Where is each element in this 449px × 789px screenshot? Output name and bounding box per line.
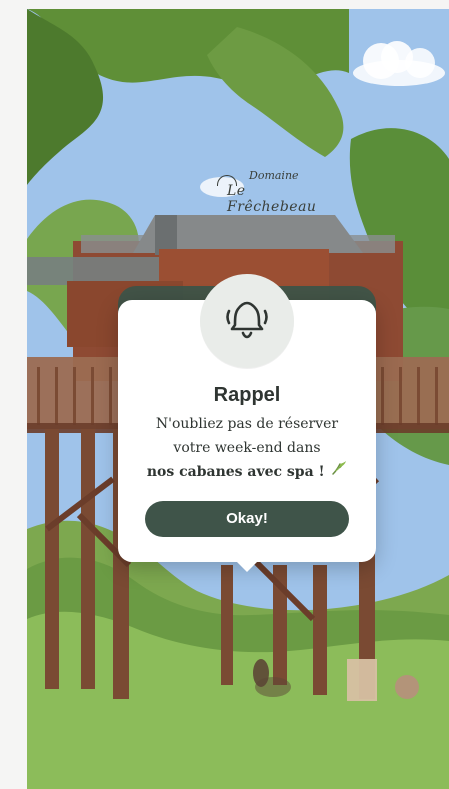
- popup-message-line-3-text: nos cabanes avec spa !: [146, 464, 325, 480]
- logo-line-1: Domaine: [249, 169, 299, 182]
- reminder-popup: Rappel N'oubliez pas de réserver votre w…: [118, 274, 376, 572]
- popup-message-line-2: votre week-end dans: [173, 440, 321, 456]
- logo-line-2: Le Frêchebeau: [227, 183, 317, 215]
- page: Domaine Le Frêchebeau Rappel N'oubliez p…: [0, 0, 449, 789]
- leaf-icon: [331, 460, 347, 484]
- domaine-logo: Domaine Le Frêchebeau: [197, 169, 316, 215]
- popup-message: N'oubliez pas de réserver votre week-end…: [118, 412, 376, 484]
- bell-icon: [226, 301, 268, 339]
- popup-title: Rappel: [213, 384, 281, 406]
- bell-badge: [200, 274, 294, 368]
- popup-message-line-1: N'oubliez pas de réserver: [155, 416, 339, 432]
- okay-button[interactable]: Okay!: [145, 501, 349, 537]
- popup-message-line-3: nos cabanes avec spa !: [118, 460, 376, 484]
